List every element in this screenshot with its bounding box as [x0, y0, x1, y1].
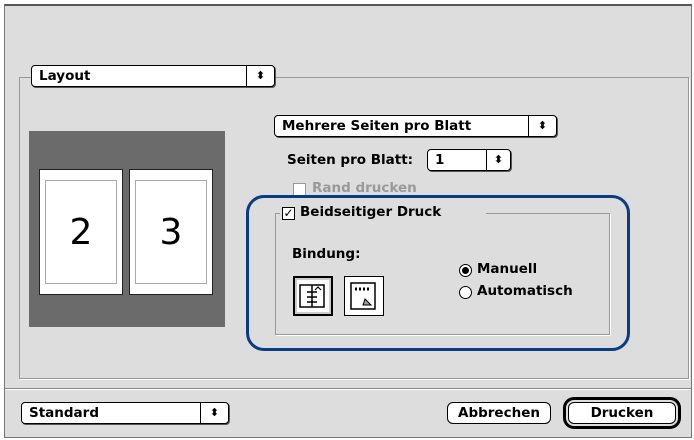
radio-selected-dot	[462, 267, 469, 274]
pages-per-sheet-value: 1	[435, 152, 445, 168]
popup-arrows-icon: ⬍	[486, 150, 510, 170]
print-dialog: Layout ⬍ 2 3 Mehrere Seiten pro Blatt ⬍ …	[4, 4, 692, 438]
preview-page: 3	[129, 169, 213, 295]
layout-preview: 2 3	[29, 131, 225, 327]
preview-page-number: 2	[45, 180, 117, 284]
preset-value: Standard	[29, 405, 99, 421]
automatic-radio[interactable]	[459, 286, 472, 299]
layout-type-popup[interactable]: Mehrere Seiten pro Blatt ⬍	[274, 115, 557, 137]
pages-per-sheet-label: Seiten pro Blatt:	[287, 152, 414, 168]
panel-popup-value: Layout	[39, 68, 91, 84]
print-button[interactable]: Drucken	[563, 397, 681, 429]
preview-page-number: 3	[135, 180, 207, 284]
popup-arrows-icon: ⬍	[200, 403, 228, 423]
duplex-label: Beidseitiger Druck	[300, 204, 442, 220]
pages-per-sheet-popup[interactable]: 1 ⬍	[427, 149, 511, 171]
duplex-checkbox[interactable]: ✓	[282, 207, 295, 220]
preview-page: 2	[39, 169, 123, 295]
preset-popup[interactable]: Standard ⬍	[21, 402, 229, 424]
book-binding-icon[interactable]	[293, 276, 333, 316]
popup-arrows-icon: ⬍	[246, 66, 274, 86]
popup-arrows-icon: ⬍	[528, 116, 556, 136]
manual-radio[interactable]	[459, 264, 472, 277]
automatic-label: Automatisch	[477, 283, 573, 299]
binding-label: Bindung:	[292, 246, 361, 262]
tablet-binding-icon[interactable]	[344, 276, 384, 316]
print-border-label: Rand drucken	[312, 180, 417, 196]
layout-type-value: Mehrere Seiten pro Blatt	[282, 118, 472, 134]
duplex-header: ✓ Beidseitiger Druck	[280, 204, 486, 222]
panel-popup[interactable]: Layout ⬍	[31, 65, 275, 87]
footer-separator	[5, 388, 691, 390]
cancel-button[interactable]: Abbrechen	[447, 402, 551, 424]
manual-label: Manuell	[477, 261, 538, 277]
